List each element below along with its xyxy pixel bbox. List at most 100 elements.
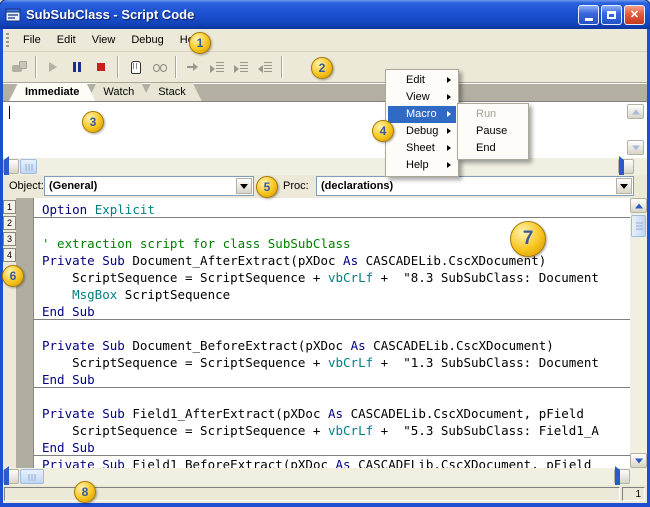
code-line[interactable]: End Sub: [34, 303, 630, 320]
immediate-horizontal-scrollbar[interactable]: [3, 158, 647, 175]
window-icon: [5, 7, 21, 23]
menu-item-debug[interactable]: Debug: [123, 31, 171, 49]
code-line[interactable]: [34, 388, 630, 405]
menu-bar: FileEditViewDebugHelp: [3, 29, 647, 52]
title-bar[interactable]: SubSubClass - Script Code ✕: [0, 0, 650, 29]
step-out-icon: [257, 59, 273, 75]
code-line[interactable]: Private Sub Document_AfterExtract(pXDoc …: [34, 252, 630, 269]
callout-badge-7: 7: [510, 221, 546, 257]
code-horizontal-scrollbar[interactable]: [3, 468, 647, 485]
scroll-up-button[interactable]: [627, 104, 644, 119]
dialog-editor-button[interactable]: [287, 55, 311, 79]
chevron-down-icon[interactable]: [616, 178, 632, 194]
submenu-arrow-icon: [447, 111, 451, 117]
tab-stack[interactable]: Stack: [142, 83, 202, 101]
menu-item-label: Sheet: [406, 142, 435, 154]
scroll-down-button[interactable]: [630, 453, 647, 468]
code-line[interactable]: [34, 320, 630, 337]
tab-immediate[interactable]: Immediate: [9, 83, 95, 101]
code-vertical-scrollbar[interactable]: [630, 198, 647, 468]
step-over-button[interactable]: [229, 55, 253, 79]
minimize-button[interactable]: [578, 5, 599, 25]
minimize-icon: [585, 18, 593, 21]
menu-item-file[interactable]: File: [15, 31, 49, 49]
line-number-box[interactable]: 3: [3, 232, 16, 246]
stop-icon: [93, 59, 109, 75]
code-line[interactable]: Private Sub Document_BeforeExtract(pXDoc…: [34, 337, 630, 354]
code-line[interactable]: End Sub: [34, 439, 630, 456]
scroll-left-button[interactable]: [3, 159, 19, 174]
context-menu-item-sheet[interactable]: Sheet: [388, 140, 456, 157]
menu-item-label: View: [406, 91, 430, 103]
submenu-arrow-icon: [447, 145, 451, 151]
submenu-item-run[interactable]: Run: [460, 106, 526, 123]
edit-macro-icon: [11, 59, 27, 75]
macro-submenu: RunPauseEnd: [457, 103, 529, 160]
scrollbar-thumb[interactable]: [631, 215, 646, 237]
immediate-vertical-scrollbar[interactable]: [627, 104, 644, 156]
break-button[interactable]: [123, 55, 147, 79]
object-combobox[interactable]: (General): [44, 176, 254, 196]
context-menu-item-macro[interactable]: Macro: [388, 106, 456, 123]
object-value: (General): [49, 180, 97, 192]
code-line[interactable]: ScriptSequence = ScriptSequence + vbCrLf…: [34, 354, 630, 371]
step-into-button[interactable]: [205, 55, 229, 79]
code-line[interactable]: Option Explicit: [34, 201, 630, 218]
chevron-down-icon[interactable]: [236, 178, 252, 194]
scrollbar-thumb[interactable]: [20, 469, 44, 484]
proc-combobox[interactable]: (declarations): [316, 176, 634, 196]
scroll-up-button[interactable]: [630, 198, 647, 213]
code-line[interactable]: End Sub: [34, 371, 630, 388]
code-line[interactable]: Private Sub Field1_AfterExtract(pXDoc As…: [34, 405, 630, 422]
submenu-item-pause[interactable]: Pause: [460, 123, 526, 140]
context-menu-item-edit[interactable]: Edit: [388, 72, 456, 89]
maximize-button[interactable]: [601, 5, 622, 25]
submenu-arrow-icon: [447, 77, 451, 83]
scroll-right-button[interactable]: [618, 159, 634, 174]
status-message-panel: [4, 487, 620, 501]
run-icon: [45, 59, 61, 75]
tab-watch[interactable]: Watch: [87, 83, 150, 101]
line-number-gutter[interactable]: 1 2 3 4: [3, 198, 16, 468]
line-number-box[interactable]: 2: [3, 216, 16, 230]
scroll-right-button[interactable]: [614, 469, 630, 484]
menu-item-label: Macro: [406, 108, 437, 120]
context-menu-item-view[interactable]: View: [388, 89, 456, 106]
scroll-left-button[interactable]: [3, 469, 19, 484]
callout-badge-1: 1: [189, 32, 211, 54]
code-line[interactable]: ScriptSequence = ScriptSequence + vbCrLf…: [34, 422, 630, 439]
code-line[interactable]: ScriptSequence = ScriptSequence + vbCrLf…: [34, 269, 630, 286]
step-button[interactable]: [181, 55, 205, 79]
edit-macro-button[interactable]: [7, 55, 31, 79]
step-over-icon: [233, 59, 249, 75]
code-line[interactable]: Private Sub Field1_BeforeExtract(pXDoc A…: [34, 456, 630, 468]
scroll-down-button[interactable]: [627, 140, 644, 155]
step-icon: [185, 59, 201, 75]
pause-button[interactable]: [65, 55, 89, 79]
context-menu-item-debug[interactable]: Debug: [388, 123, 456, 140]
menubar-grip[interactable]: [6, 33, 9, 47]
menu-item-edit[interactable]: Edit: [49, 31, 84, 49]
close-button[interactable]: ✕: [624, 5, 645, 25]
code-line[interactable]: MsgBox ScriptSequence: [34, 286, 630, 303]
watch-button[interactable]: [147, 55, 171, 79]
menu-item-label: Help: [406, 159, 429, 171]
callout-badge-5: 5: [256, 176, 278, 198]
breakpoint-margin[interactable]: [16, 198, 34, 468]
text-caret: [9, 106, 10, 119]
step-out-button[interactable]: [253, 55, 277, 79]
dialog-editor-icon: [291, 59, 307, 75]
object-proc-row: Object: (General) Proc: (declarations): [3, 175, 647, 198]
context-menu-item-help[interactable]: Help: [388, 157, 456, 174]
break-icon: [127, 59, 143, 75]
object-label: Object:: [9, 180, 44, 192]
line-number-box[interactable]: 4: [3, 248, 16, 262]
scrollbar-thumb[interactable]: [20, 159, 37, 174]
context-menu: Edit View Macro Debug Sheet Help: [385, 69, 459, 177]
menu-item-view[interactable]: View: [84, 31, 124, 49]
run-button[interactable]: [41, 55, 65, 79]
line-number-box[interactable]: 1: [3, 200, 16, 214]
line-indicator: 1: [622, 487, 645, 501]
stop-button[interactable]: [89, 55, 113, 79]
submenu-item-end[interactable]: End: [460, 140, 526, 157]
